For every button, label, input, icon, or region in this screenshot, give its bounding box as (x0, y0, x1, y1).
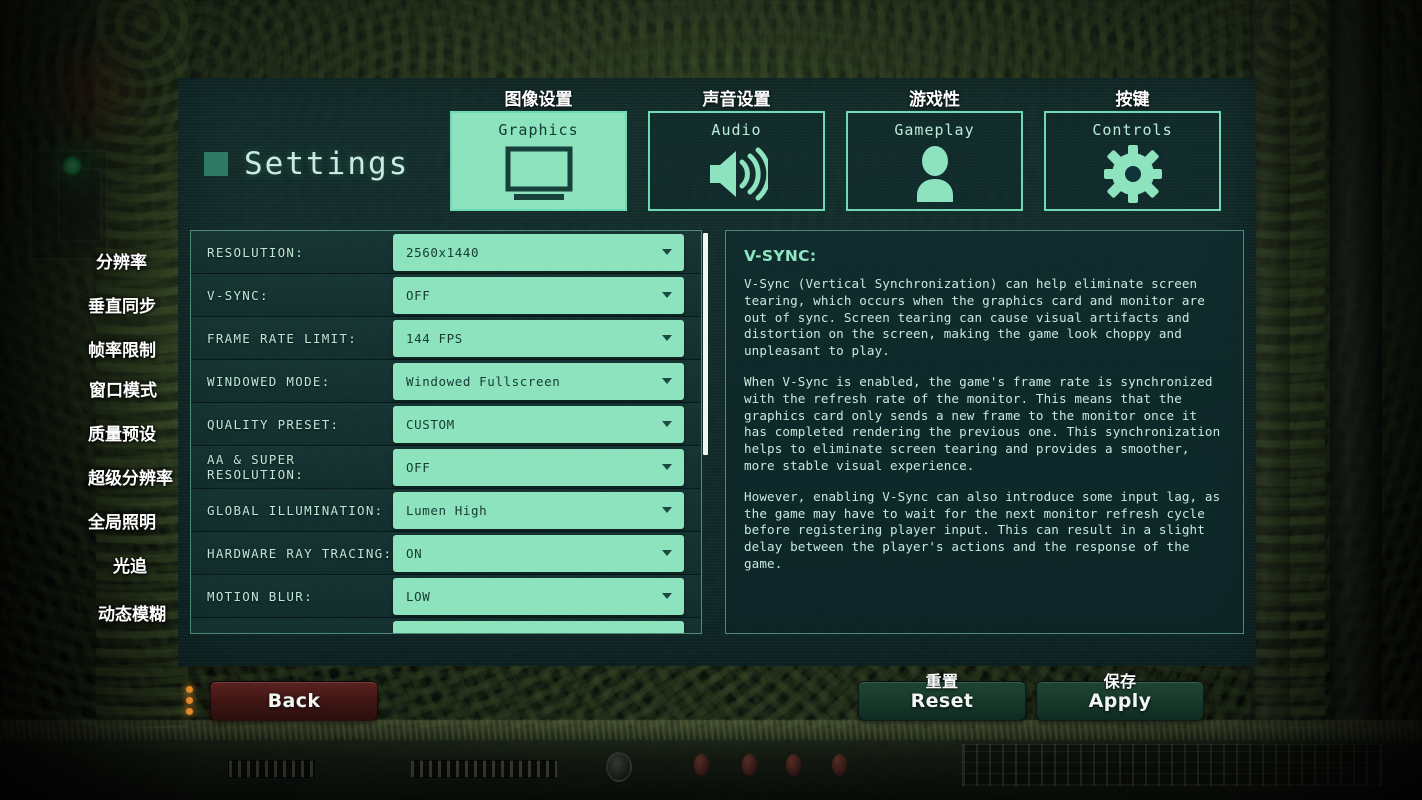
chevron-down-icon (662, 593, 672, 599)
chevron-down-icon (662, 378, 672, 384)
speaker-icon (650, 139, 823, 209)
apply-button-annotation: 保存 (1103, 672, 1137, 691)
reset-button[interactable]: 重置 Reset (858, 672, 1026, 721)
settings-list: RESOLUTION: 2560x1440 V-SYNC: OFF FRAME … (190, 230, 702, 634)
setting-row-windowed-mode[interactable]: WINDOWED MODE: Windowed Fullscreen (191, 360, 701, 403)
tab-graphics[interactable]: 图像设置 Graphics (450, 90, 627, 211)
back-button-label: Back (267, 690, 321, 712)
setting-dropdown-aa-super-resolution[interactable]: OFF (393, 448, 684, 486)
settings-scrollbar-thumb[interactable] (703, 233, 708, 455)
description-title: V-SYNC: (744, 247, 817, 265)
chevron-down-icon (662, 292, 672, 298)
annotation-framerate: 帧率限制 (88, 341, 156, 361)
setting-label: V-SYNC: (207, 287, 269, 303)
annotation-superres: 超级分辨率 (88, 469, 173, 489)
setting-value: ON (406, 545, 423, 561)
setting-label: QUALITY PRESET: (207, 416, 340, 432)
action-bar: Back 重置 Reset 保存 Apply (178, 672, 1256, 734)
tab-controls[interactable]: 按键 Controls (1044, 90, 1221, 211)
chevron-down-icon (662, 249, 672, 255)
setting-row-resolution[interactable]: RESOLUTION: 2560x1440 (191, 231, 701, 274)
setting-dropdown-frame-rate-limit[interactable]: 144 FPS (393, 319, 684, 357)
back-button[interactable]: Back (210, 681, 378, 721)
annotation-quality: 质量预设 (88, 425, 156, 445)
gear-icon (1046, 139, 1219, 209)
setting-dropdown-global-illumination[interactable]: Lumen High (393, 491, 684, 529)
settings-panel: Settings 图像设置 Graphics 声音设置 Audio 游戏性 Ga… (178, 78, 1256, 666)
setting-value: LOW (406, 588, 431, 604)
setting-value: 144 FPS (406, 330, 463, 346)
settings-scrollbar[interactable] (702, 230, 709, 634)
setting-dropdown-resolution[interactable]: 2560x1440 (393, 233, 684, 271)
tab-audio-label: Audio (711, 121, 762, 139)
chevron-down-icon (662, 421, 672, 427)
tab-gameplay-label: Gameplay (894, 121, 975, 139)
annotation-motionblur: 动态模糊 (98, 605, 166, 625)
reset-button-label: Reset (910, 690, 974, 712)
page-title-label: Settings (244, 146, 410, 182)
apply-button-label: Apply (1088, 690, 1152, 712)
setting-label: WINDOWED MODE: (207, 373, 331, 389)
setting-dropdown-motion-blur[interactable]: LOW (393, 577, 684, 615)
setting-row-vsync[interactable]: V-SYNC: OFF (191, 274, 701, 317)
setting-value: CUSTOM (406, 416, 455, 432)
settings-tabs: 图像设置 Graphics 声音设置 Audio 游戏性 Gameplay 按键… (450, 90, 1221, 211)
setting-row-frame-rate-limit[interactable]: FRAME RATE LIMIT: 144 FPS (191, 317, 701, 360)
setting-label: AA & SUPER RESOLUTION: (207, 452, 305, 482)
setting-label: HARDWARE RAY TRACING: (207, 545, 393, 561)
description-paragraph: When V-Sync is enabled, the game's frame… (744, 373, 1221, 473)
chinese-annotations-left: 分辨率 垂直同步 帧率限制 窗口模式 质量预设 超级分辨率 全局照明 光追 动态… (0, 0, 186, 800)
chevron-down-icon (662, 550, 672, 556)
setting-row-quality-preset[interactable]: QUALITY PRESET: CUSTOM (191, 403, 701, 446)
setting-value: OFF (406, 287, 431, 303)
tab-graphics-annotation: 图像设置 (504, 90, 573, 110)
setting-label: FRAME RATE LIMIT: (207, 330, 358, 346)
description-panel: V-SYNC: V-Sync (Vertical Synchronization… (725, 230, 1244, 634)
tab-gameplay[interactable]: 游戏性 Gameplay (846, 90, 1023, 211)
tab-audio[interactable]: 声音设置 Audio (648, 90, 825, 211)
tab-controls-annotation: 按键 (1115, 90, 1150, 110)
setting-dropdown-quality-preset[interactable]: CUSTOM (393, 405, 684, 443)
setting-value: Lumen High (406, 502, 488, 518)
setting-dropdown-vsync[interactable]: OFF (393, 276, 684, 314)
setting-dropdown-hardware-ray-tracing[interactable]: ON (393, 534, 684, 572)
setting-row-partial[interactable] (191, 618, 701, 633)
annotation-resolution: 分辨率 (96, 253, 147, 273)
tab-audio-annotation: 声音设置 (702, 90, 771, 110)
annotation-windowed: 窗口模式 (89, 381, 157, 401)
annotation-vsync: 垂直同步 (88, 297, 156, 317)
setting-value: Windowed Fullscreen (406, 373, 561, 389)
annotation-raytracing: 光追 (113, 557, 147, 577)
reset-button-annotation: 重置 (925, 672, 959, 691)
tab-controls-label: Controls (1092, 121, 1173, 139)
tab-gameplay-annotation: 游戏性 (909, 90, 960, 110)
setting-dropdown-partial[interactable] (393, 620, 684, 633)
page-title: Settings (204, 146, 409, 182)
setting-value: 2560x1440 (406, 244, 480, 260)
chevron-down-icon (662, 335, 672, 341)
setting-row-global-illumination[interactable]: GLOBAL ILLUMINATION: Lumen High (191, 489, 701, 532)
setting-dropdown-windowed-mode[interactable]: Windowed Fullscreen (393, 362, 684, 400)
setting-row-motion-blur[interactable]: MOTION BLUR: LOW (191, 575, 701, 618)
chevron-down-icon (662, 464, 672, 470)
setting-row-aa-super-resolution[interactable]: AA & SUPER RESOLUTION: OFF (191, 446, 701, 489)
game-settings-screen: 分辨率 垂直同步 帧率限制 窗口模式 质量预设 超级分辨率 全局照明 光追 动态… (0, 0, 1422, 800)
apply-button[interactable]: 保存 Apply (1036, 672, 1204, 721)
setting-row-hardware-ray-tracing[interactable]: HARDWARE RAY TRACING: ON (191, 532, 701, 575)
setting-label: RESOLUTION: (207, 244, 305, 260)
person-icon (848, 139, 1021, 209)
chevron-down-icon (662, 507, 672, 513)
tab-graphics-label: Graphics (498, 121, 579, 139)
annotation-gi: 全局照明 (88, 513, 156, 533)
description-paragraph: V-Sync (Vertical Synchronization) can he… (744, 276, 1205, 359)
status-indicator-dots (186, 686, 193, 715)
setting-value: OFF (406, 459, 431, 475)
green-square-icon (204, 152, 228, 176)
monitor-icon (452, 139, 625, 209)
setting-label: MOTION BLUR: (207, 588, 313, 604)
setting-label: GLOBAL ILLUMINATION: (207, 502, 384, 518)
description-paragraph: However, enabling V-Sync can also introd… (744, 488, 1221, 571)
